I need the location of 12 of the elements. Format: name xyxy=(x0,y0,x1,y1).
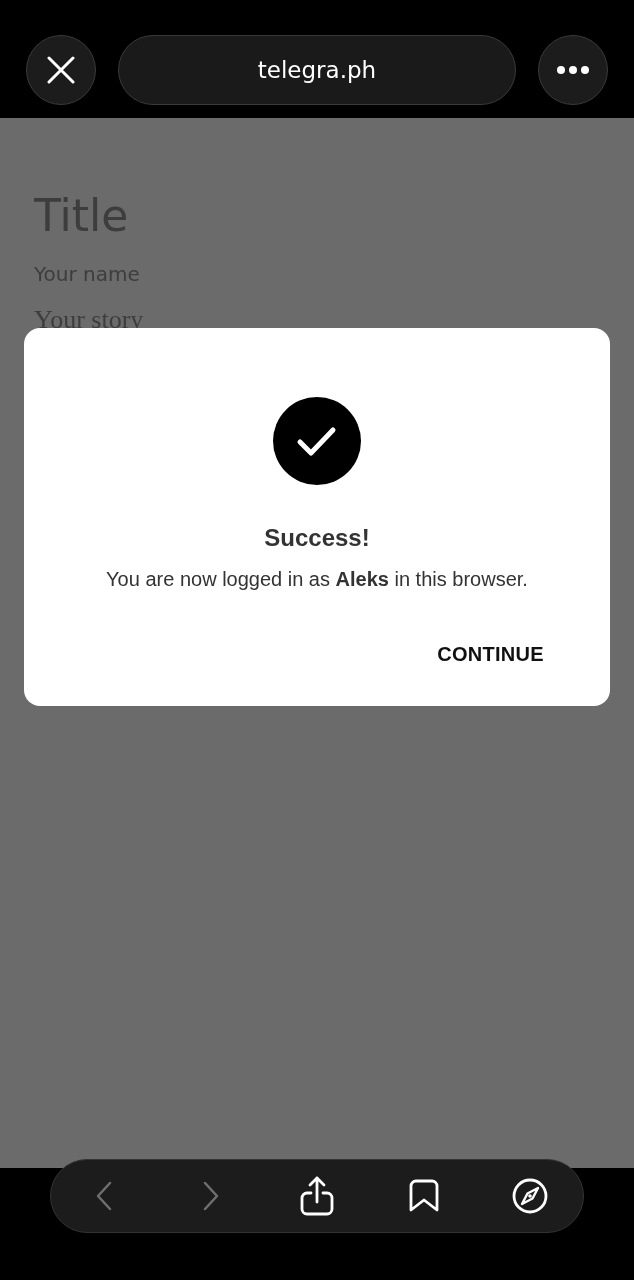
dialog-title: Success! xyxy=(264,523,370,553)
dialog-message: You are now logged in as Aleks in this browser. xyxy=(106,567,528,592)
compass-icon xyxy=(512,1178,548,1214)
chevron-right-icon xyxy=(202,1181,219,1211)
share-icon xyxy=(300,1176,334,1216)
close-icon xyxy=(47,56,75,84)
address-bar[interactable]: telegra.ph xyxy=(118,35,516,105)
check-circle-icon xyxy=(273,397,361,485)
more-icon xyxy=(557,66,589,74)
chevron-left-icon xyxy=(96,1181,112,1211)
continue-button[interactable]: CONTINUE xyxy=(433,635,548,674)
bookmark-icon xyxy=(408,1179,439,1213)
